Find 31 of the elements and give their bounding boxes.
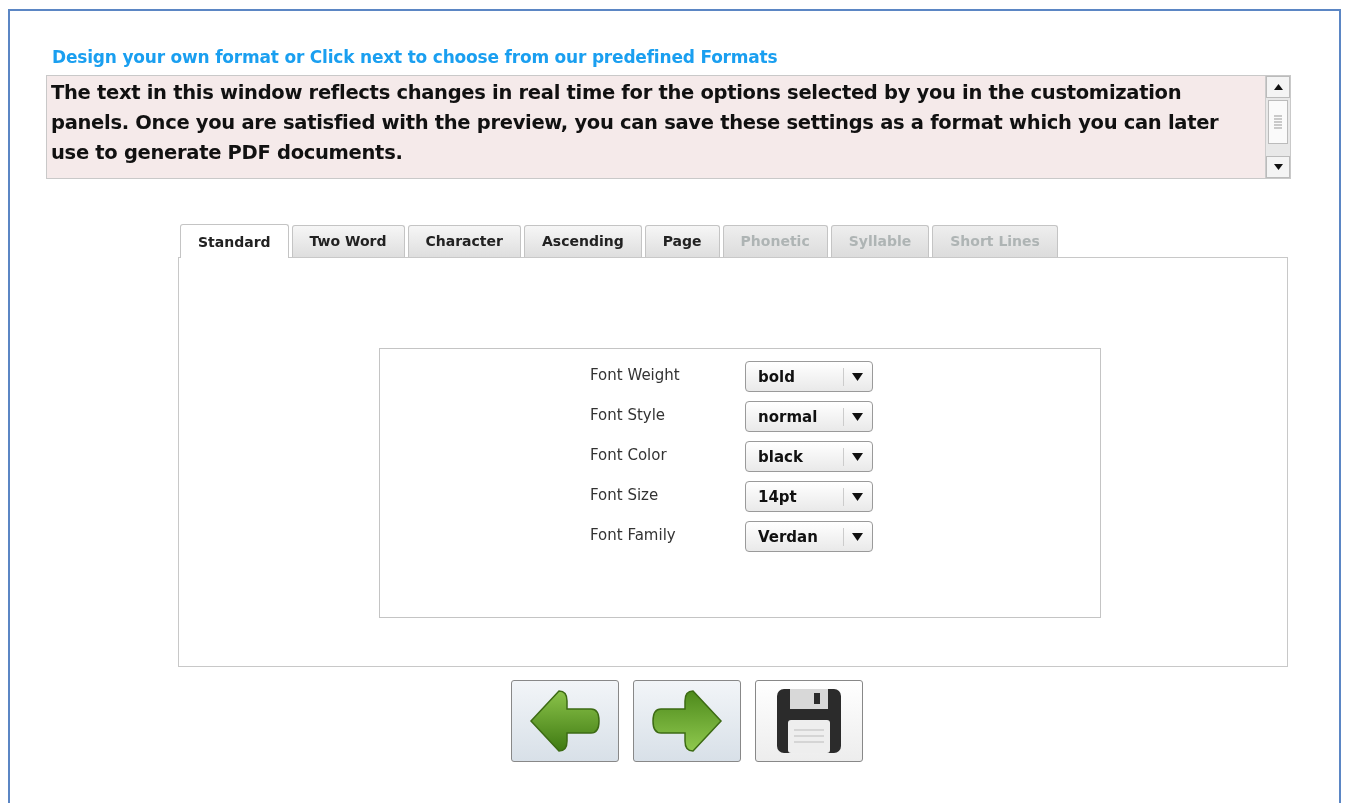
setting-label: Font Weight [590,365,681,386]
dropdown[interactable]: bold [745,361,873,392]
tab[interactable]: Ascending [523,225,642,257]
scrollbar[interactable] [1265,76,1290,178]
scroll-up-icon[interactable] [1273,84,1283,90]
tab[interactable]: Standard [180,224,289,258]
tab[interactable]: Two Word [291,225,405,257]
next-button[interactable] [633,680,741,762]
left-arrow-icon [529,689,601,753]
right-arrow-icon [651,689,723,753]
dropdown[interactable]: black [745,441,873,472]
dropdown[interactable]: Verdan [745,521,873,552]
dropdown-arrow-icon [852,372,863,381]
dropdown-arrow-icon [852,412,863,421]
tab[interactable]: Character [407,225,521,257]
setting-label: Font Style [590,405,667,426]
setting-label: Font Color [590,445,668,466]
dropdown-arrow-icon [852,452,863,461]
setting-label: Font Size [590,485,660,506]
tab[interactable]: Page [644,225,720,257]
back-button[interactable] [511,680,619,762]
save-button[interactable] [755,680,863,762]
dropdown-arrow-icon [852,492,863,501]
setting-label: Font Family [590,525,677,546]
preview-text: The text in this window reflects changes in real time for the options selected by you in the customization panels. Once you are satisfied with the preview, you can save these settings as a format which you can later use to generate PDF documents. [50,80,1220,166]
dropdown[interactable]: normal [745,401,873,432]
scroll-down-icon[interactable] [1273,164,1283,170]
instruction-heading: Design your own format or Click next to choose from our predefined Formats [52,47,779,67]
scroll-thumb-grip-icon[interactable] [1274,115,1282,129]
dropdown[interactable]: 14pt [745,481,873,512]
dropdown-arrow-icon [852,532,863,541]
